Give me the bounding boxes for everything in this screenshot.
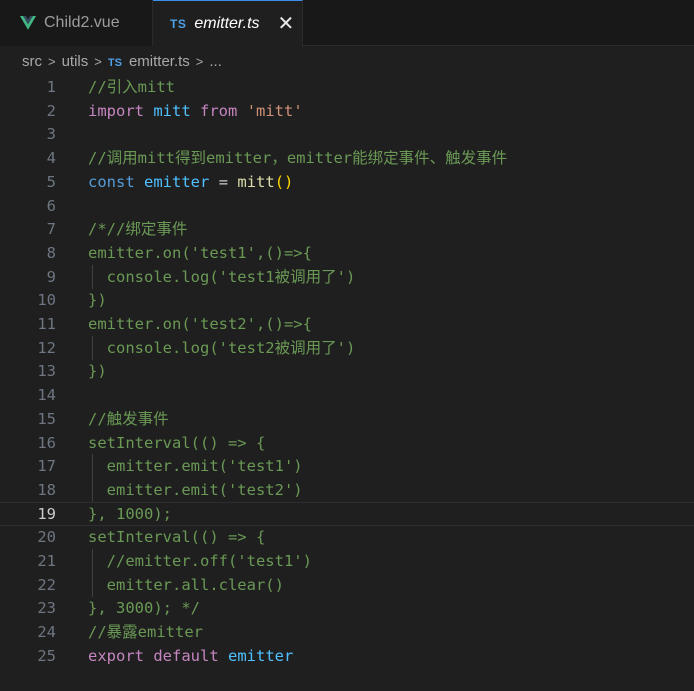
line-number: 8 xyxy=(46,243,56,262)
typescript-icon: TS xyxy=(107,56,122,69)
line-number: 11 xyxy=(37,315,56,333)
code-line[interactable]: 21 //emitter.off('test1') xyxy=(0,549,694,573)
code-text: emitter.all.clear() xyxy=(88,575,284,594)
code-text: //调用mitt得到emitter，emitter能绑定事件、触发事件 xyxy=(88,149,508,168)
line-number: 4 xyxy=(46,149,56,168)
chevron-right-icon: > xyxy=(195,53,204,69)
line-number: 9 xyxy=(46,267,56,286)
line-number: 2 xyxy=(46,101,56,120)
code-line[interactable]: 2 import mitt from 'mitt' xyxy=(0,99,694,123)
code-text: emitter.emit('test2') xyxy=(88,480,303,499)
code-text: //emitter.off('test1') xyxy=(88,552,312,570)
tab-bar: Child2.vue TS emitter.ts ✕ xyxy=(0,0,694,47)
line-number: 12 xyxy=(37,338,56,357)
code-text: }, 1000); xyxy=(88,504,172,523)
tab-emitter-ts[interactable]: TS emitter.ts ✕ xyxy=(153,0,303,47)
code-text: setInterval(() => { xyxy=(88,433,266,452)
code-text: //引入mitt xyxy=(88,78,175,96)
code-line[interactable]: 15 //触发事件 xyxy=(0,407,694,431)
line-number: 22 xyxy=(37,575,56,594)
code-text: }) xyxy=(88,362,107,381)
code-line[interactable]: 11 emitter.on('test2',()=>{ xyxy=(0,312,694,336)
line-number: 17 xyxy=(37,457,56,476)
code-line[interactable]: 19 }, 1000); xyxy=(0,501,694,526)
code-text: emitter.on('test2',()=>{ xyxy=(88,315,312,333)
code-line[interactable]: 1 //引入mitt xyxy=(0,75,694,99)
breadcrumb-file[interactable]: TS emitter.ts xyxy=(108,53,190,70)
code-text: //暴露emitter xyxy=(88,623,203,642)
code-line[interactable]: 8 emitter.on('test1',()=>{ xyxy=(0,241,694,265)
code-line[interactable]: 18 emitter.emit('test2') xyxy=(0,477,694,502)
typescript-icon: TS xyxy=(170,17,187,31)
line-number: 25 xyxy=(37,646,56,665)
code-text: emitter.on('test1',()=>{ xyxy=(88,243,312,262)
line-number: 13 xyxy=(37,362,56,381)
line-number: 14 xyxy=(37,386,56,405)
close-icon[interactable]: ✕ xyxy=(278,14,295,34)
code-text: //触发事件 xyxy=(88,409,169,428)
chevron-right-icon: > xyxy=(48,53,56,69)
code-text: setInterval(() => { xyxy=(88,528,266,547)
line-number: 21 xyxy=(37,552,56,570)
code-line[interactable]: 3 xyxy=(0,122,694,146)
breadcrumb-utils[interactable]: utils xyxy=(62,53,89,70)
tab-label: emitter.ts xyxy=(194,15,260,32)
line-number: 18 xyxy=(37,480,56,499)
breadcrumb: src > utils > TS emitter.ts > ... xyxy=(0,47,694,75)
code-line[interactable]: 7 /*//绑定事件 xyxy=(0,217,694,241)
code-line[interactable]: 17 emitter.emit('test1') xyxy=(0,454,694,479)
code-text: emitter.emit('test1') xyxy=(88,457,303,476)
code-editor[interactable]: 1 //引入mitt 2 import mitt from 'mitt' 3 4 //调用m… xyxy=(0,75,694,691)
code-line[interactable]: 4 //调用mitt得到emitter，emitter能绑定事件、触发事件 xyxy=(0,146,694,170)
breadcrumb-src[interactable]: src xyxy=(22,53,42,70)
line-number: 16 xyxy=(37,433,56,452)
vue-icon xyxy=(20,16,36,30)
line-number: 6 xyxy=(46,196,56,215)
line-number: 5 xyxy=(46,172,56,191)
code-text: /*//绑定事件 xyxy=(88,220,188,239)
code-line[interactable]: 22 emitter.all.clear() xyxy=(0,572,694,597)
code-line[interactable]: 13}) xyxy=(0,359,694,383)
tab-label: Child2.vue xyxy=(44,14,120,31)
line-number: 15 xyxy=(37,409,56,428)
code-line[interactable]: 16 setInterval(() => { xyxy=(0,431,694,455)
code-text: console.log('test2被调用了') xyxy=(88,338,356,357)
line-number: 1 xyxy=(46,78,56,96)
line-number: 3 xyxy=(46,125,56,144)
code-text: import mitt from 'mitt' xyxy=(88,101,303,120)
chevron-right-icon: > xyxy=(94,53,102,69)
code-line[interactable]: 6 xyxy=(0,194,694,218)
code-text: const emitter = mitt() xyxy=(88,172,294,191)
line-number: 7 xyxy=(46,220,56,239)
code-line[interactable]: 20 setInterval(() => { xyxy=(0,525,694,549)
code-text: }, 3000); */ xyxy=(88,599,200,618)
line-number: 19 xyxy=(37,504,56,523)
breadcrumb-symbol[interactable]: ... xyxy=(209,53,222,70)
breadcrumb-file-label: emitter.ts xyxy=(128,52,190,70)
code-text: export default emitter xyxy=(88,646,294,665)
line-number: 23 xyxy=(37,599,56,618)
code-line[interactable]: 14 xyxy=(0,383,694,407)
code-line[interactable]: 23 }, 3000); */ xyxy=(0,596,694,620)
code-line[interactable]: 25 export default emitter xyxy=(0,644,694,668)
code-line[interactable]: 5 const emitter = mitt() xyxy=(0,170,694,194)
line-number: 10 xyxy=(37,291,56,310)
line-number: 24 xyxy=(37,623,56,642)
code-line[interactable]: 24 //暴露emitter xyxy=(0,620,694,644)
code-line[interactable]: 10}) xyxy=(0,288,694,312)
code-line[interactable]: 12 console.log('test2被调用了') xyxy=(0,335,694,360)
code-text: }) xyxy=(88,291,107,310)
code-text: console.log('test1被调用了') xyxy=(88,267,356,286)
tab-child2-vue[interactable]: Child2.vue xyxy=(0,0,153,46)
line-number: 20 xyxy=(37,528,56,547)
code-line[interactable]: 9 console.log('test1被调用了') xyxy=(0,264,694,289)
